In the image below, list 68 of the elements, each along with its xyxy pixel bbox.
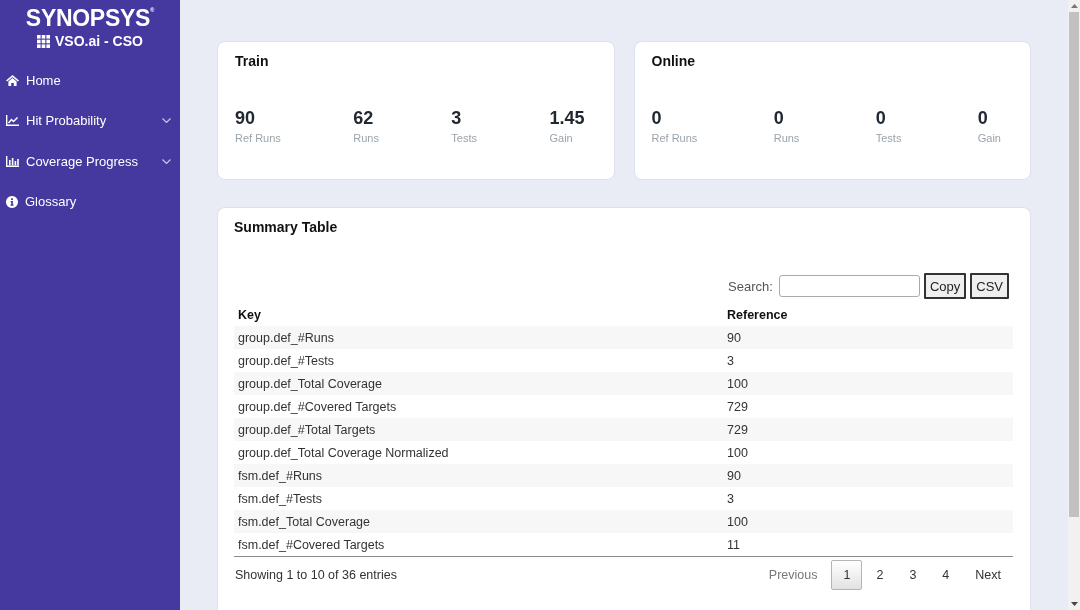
info-icon <box>6 195 18 208</box>
stat-value: 0 <box>977 107 989 130</box>
nav-item[interactable]: Glossary <box>0 181 180 222</box>
table-cell: 729 <box>723 395 1013 418</box>
stat-label: Gain <box>549 131 574 146</box>
table-cell: fsm.def_Total Coverage <box>234 510 723 533</box>
column-header[interactable]: Reference <box>723 303 1013 326</box>
table-cell: fsm.def_#Runs <box>234 464 723 487</box>
chevron-down-icon <box>162 158 171 164</box>
page-button[interactable]: 1 <box>831 560 863 590</box>
table-cell: group.def_#Total Targets <box>234 418 723 441</box>
table-cell: 100 <box>723 510 1013 533</box>
stat-label: Ref Runs <box>651 131 698 146</box>
stat-label: Gain <box>977 131 1001 146</box>
table-cell: 90 <box>723 464 1013 487</box>
nav-item[interactable]: Coverage Progress <box>0 141 180 182</box>
card-title: Online <box>651 52 697 71</box>
nav-item[interactable]: Hit Probability <box>0 100 180 141</box>
stat-value: 0 <box>651 107 663 130</box>
grid-icon <box>37 34 51 48</box>
table-cell: 90 <box>723 326 1013 349</box>
scrollbar-thumb[interactable] <box>1069 12 1079 517</box>
table-cell: group.def_#Runs <box>234 326 723 349</box>
card-title: Train <box>235 52 270 71</box>
card-title: Summary Table <box>234 218 339 237</box>
next-button[interactable]: Next <box>963 560 1013 590</box>
home-icon <box>6 74 19 86</box>
logo-wordmark: SYNOPSYS$^{®}$ <box>25 5 155 31</box>
bar-chart-icon <box>6 155 19 167</box>
product-name: VSO.ai - CSO <box>55 32 143 50</box>
stat-value: 0 <box>773 107 785 130</box>
stat-value: 62 <box>353 107 375 130</box>
table-cell: 3 <box>723 487 1013 510</box>
search-label: Search: <box>728 278 773 294</box>
stat-value: 3 <box>451 107 463 130</box>
table-cell: group.def_#Tests <box>234 349 723 372</box>
stat-label: Tests <box>875 131 902 146</box>
stat-label: Ref Runs <box>235 131 281 146</box>
column-header[interactable]: Key <box>234 303 723 326</box>
table-cell: 100 <box>723 441 1013 464</box>
stat-label: Tests <box>451 131 478 146</box>
export-button[interactable]: CSV <box>970 273 1009 299</box>
page-button[interactable]: 3 <box>897 560 929 590</box>
up-arrow-icon[interactable] <box>1070 4 1078 8</box>
page-button[interactable]: 4 <box>930 560 962 590</box>
export-button[interactable]: Copy <box>923 273 967 299</box>
table-cell: 11 <box>723 533 1013 557</box>
stat-label: Runs <box>353 131 379 146</box>
table-cell: 100 <box>723 372 1013 395</box>
table-cell: 729 <box>723 418 1013 441</box>
stat-label: Runs <box>773 131 800 146</box>
table-cell: fsm.def_#Covered Targets <box>234 533 723 557</box>
nav-item[interactable]: Home <box>0 60 180 101</box>
table-cell: 3 <box>723 349 1013 372</box>
stat-value: 90 <box>235 107 257 130</box>
page-button[interactable]: 2 <box>864 560 896 590</box>
stat-value: 0 <box>875 107 887 130</box>
search-field[interactable] <box>778 275 920 297</box>
stat-value: 1.45 <box>549 107 585 130</box>
down-arrow-icon[interactable] <box>1070 602 1078 606</box>
chevron-down-icon <box>162 118 171 124</box>
table-cell: group.def_Total Coverage <box>234 372 723 395</box>
scrollbar[interactable] <box>1068 0 1080 610</box>
table-cell: group.def_#Covered Targets <box>234 395 723 418</box>
table-cell: fsm.def_#Tests <box>234 487 723 510</box>
table-cell: group.def_Total Coverage Normalized <box>234 441 723 464</box>
entries-info: Showing 1 to 10 of 36 entries <box>235 568 397 582</box>
line-chart-icon <box>6 115 19 127</box>
